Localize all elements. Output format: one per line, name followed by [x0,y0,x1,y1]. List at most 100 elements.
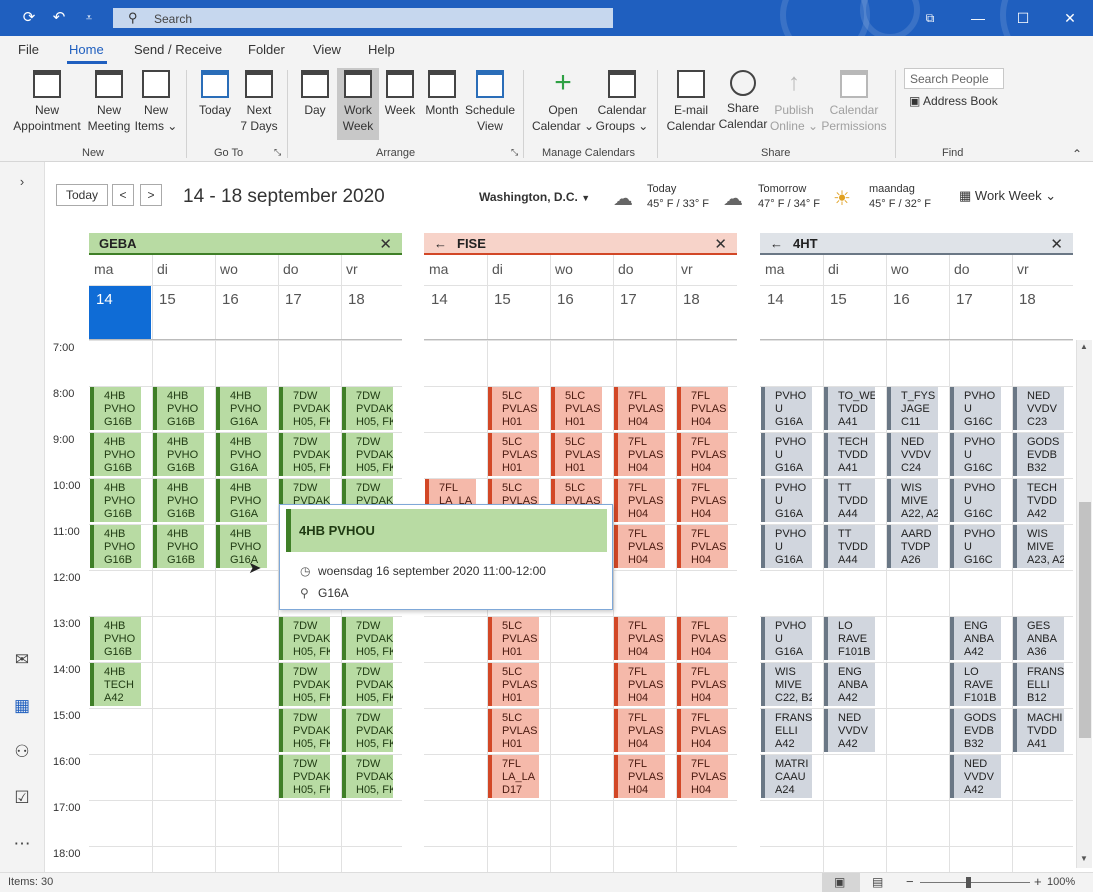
appointment[interactable]: 7FL PVLAS H04 [677,479,728,522]
appointment[interactable]: 4HB PVHO G16B [90,479,141,522]
appointment[interactable]: 7FL PVLAS H04 [614,479,665,522]
previous-button[interactable]: < [112,184,134,206]
close-icon[interactable]: ✕ [1050,235,1063,253]
appointment[interactable]: 5LC PVLAS H01 [488,709,539,752]
day-number[interactable]: 17 [956,291,973,308]
week-view-button[interactable]: Week [380,68,420,118]
dialog-launcher-icon[interactable]: ⤡ [274,147,281,158]
day-number[interactable]: 18 [1019,291,1036,308]
appointment[interactable]: NED VVDV C24 [887,433,938,476]
appointment[interactable]: FRANS ELLI A42 [761,709,812,752]
appointment[interactable]: 7FL PVLAS H04 [677,617,728,660]
appointment[interactable]: PVHO U G16A [761,525,812,568]
expand-folder-pane-icon[interactable]: › [11,174,33,196]
appointment[interactable]: PVHO U G16C [950,433,1001,476]
appointment[interactable]: 4HB PVHO G16B [90,387,141,430]
appointment[interactable]: 7DWPVDAKH05, FK [279,617,330,660]
day-number[interactable]: 15 [159,291,176,308]
next-7-days-button[interactable]: Next 7 Days [238,68,280,134]
appointment[interactable]: 7DWPVDAKH05, FK [342,709,393,752]
menu-folder[interactable]: Folder [248,42,285,57]
address-book-button[interactable]: ▣ Address Book [909,94,998,108]
scroll-up-icon[interactable]: ▲ [1080,342,1088,351]
reading-view-icon[interactable]: ▤ [872,875,883,889]
appointment[interactable]: T_FYS JAGE C11 [887,387,938,430]
people-icon[interactable]: ⚇ [11,742,33,764]
close-icon[interactable]: ✕ [1060,8,1080,28]
appointment[interactable]: NED VVDV A42 [950,755,1001,798]
appointment[interactable]: NED VVDV C23 [1013,387,1064,430]
appointment[interactable]: MATRI CAAU A24 [761,755,812,798]
calendar-groups-button[interactable]: Calendar Groups ⌄ [595,68,649,134]
appointment[interactable]: 4HB PVHO G16B [153,433,204,476]
menu-send-receive[interactable]: Send / Receive [134,42,222,57]
appointment[interactable]: 4HB PVHO G16B [153,479,204,522]
today-nav-button[interactable]: Today [56,184,108,206]
zoom-out-icon[interactable]: − [906,874,914,889]
calendar-icon[interactable]: ▦ [11,696,33,718]
view-selector[interactable]: ▦ Work Week ⌄ [959,188,1056,204]
appointment[interactable]: LO RAVE F101B [824,617,875,660]
zoom-slider-thumb[interactable] [966,877,971,888]
scrollbar-thumb[interactable] [1079,502,1091,738]
day-number[interactable]: 17 [620,291,637,308]
appointment[interactable]: 4HB PVHO G16B [153,525,204,568]
zoom-in-icon[interactable]: + [1034,874,1042,889]
maximize-icon[interactable]: ☐ [1013,8,1033,28]
appointment[interactable]: 5LC PVLAS H01 [488,387,539,430]
appointment[interactable]: 4HB PVHO G16B [90,617,141,660]
close-icon[interactable]: ✕ [379,235,392,253]
pane-header[interactable]: ← 4HT ✕ [760,233,1073,255]
overlay-arrow-icon[interactable]: ← [770,236,783,251]
day-number[interactable]: 15 [494,291,511,308]
appointment[interactable]: 7DWPVDAKH05, FK [342,617,393,660]
appointment[interactable]: 7FL PVLAS H04 [614,755,665,798]
appointment[interactable]: 7DWPVDAKH05, FK [342,433,393,476]
appointment[interactable]: PVHO U G16A [761,617,812,660]
appointment[interactable]: TO_WE TVDD A41 [824,387,875,430]
appointment[interactable]: MACHI TVDD A41 [1013,709,1064,752]
appointment[interactable]: 7FL PVLAS H04 [614,663,665,706]
day-view-button[interactable]: Day [294,68,336,118]
appointment[interactable]: TT TVDD A44 [824,479,875,522]
appointment-peek-popup[interactable]: 4HB PVHOU ◷ woensdag 16 september 2020 11… [279,504,613,610]
restore-down-icon[interactable]: ⧉ [920,8,940,28]
appointment[interactable]: 5LC PVLAS H01 [488,617,539,660]
appointment[interactable]: 7FL PVLAS H04 [614,525,665,568]
appointment[interactable]: LO RAVE F101B [950,663,1001,706]
appointment[interactable]: NED VVDV A42 [824,709,875,752]
day-number[interactable]: 16 [893,291,910,308]
appointment[interactable]: 7FL LA_LA D17 [488,755,539,798]
appointment[interactable]: GES ANBA A36 [1013,617,1064,660]
day-number[interactable]: 16 [557,291,574,308]
menu-view[interactable]: View [313,42,341,57]
day-number[interactable]: 14 [431,291,448,308]
appointment[interactable]: 7DWPVDAKH05, FK [279,663,330,706]
more-apps-icon[interactable]: ⋯ [11,834,33,856]
scroll-down-icon[interactable]: ▼ [1080,854,1088,863]
new-items-button[interactable]: New Items ⌄ [133,68,179,134]
day-number[interactable]: 15 [830,291,847,308]
pane-header[interactable]: GEBA ✕ [89,233,402,255]
month-view-button[interactable]: Month [421,68,463,118]
appointment[interactable]: 7DWPVDAKH05, FK [342,387,393,430]
appointment[interactable]: 4HB PVHO G16B [90,433,141,476]
close-icon[interactable]: ✕ [714,235,727,253]
share-calendar-button[interactable]: Share Calendar [717,68,769,132]
appointment[interactable]: PVHO U G16C [950,387,1001,430]
appointment[interactable]: 7DWPVDAKH05, FK [279,709,330,752]
appointment[interactable]: 7DWPVDAKH05, FK [279,433,330,476]
appointment[interactable]: 7FL PVLAS H04 [677,755,728,798]
day-number[interactable]: 17 [285,291,302,308]
appointment[interactable]: 7FL PVLAS H04 [677,663,728,706]
schedule-view-button[interactable]: Schedule View [463,68,517,134]
day-number[interactable]: 18 [683,291,700,308]
appointment[interactable]: 4HB PVHO G16B [153,387,204,430]
appointment[interactable]: 7FL PVLAS H04 [677,433,728,476]
search-box[interactable]: ⚲ Search [113,8,613,28]
day-number[interactable]: 14 [767,291,784,308]
appointment[interactable]: 7FL PVLAS H04 [677,709,728,752]
menu-file[interactable]: File [18,42,39,57]
appointment[interactable]: PVHO U G16C [950,479,1001,522]
appointment[interactable]: TECH TVDD A41 [824,433,875,476]
